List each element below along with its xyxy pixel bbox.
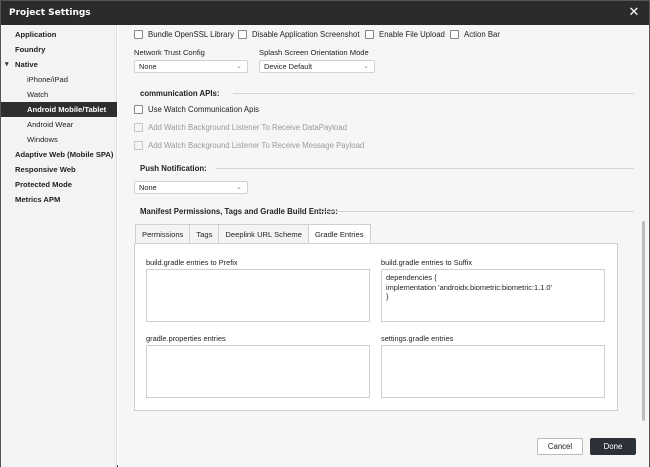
splash-orientation-select[interactable]: Device Default ⌄ <box>259 60 375 73</box>
sidebar-item-metrics-apm[interactable]: Metrics APM <box>1 192 117 207</box>
settings-label: settings.gradle entries <box>381 334 454 343</box>
sidebar-item-native[interactable]: ▾ Native <box>1 57 117 72</box>
checkbox-label: Disable Application Screenshot <box>252 29 360 39</box>
close-icon[interactable]: ✕ <box>627 5 641 19</box>
section-divider <box>216 168 634 169</box>
checkbox-box[interactable] <box>134 140 143 150</box>
sidebar-item-label: Application <box>15 30 57 39</box>
select-value: None <box>139 183 157 192</box>
sidebar-item-watch[interactable]: Watch <box>1 87 117 102</box>
sidebar-item-label: Metrics APM <box>15 195 61 204</box>
select-value: Device Default <box>264 62 313 71</box>
sidebar-item-iphone-ipad[interactable]: iPhone/iPad <box>1 72 117 87</box>
communication-section-title: communication APIs: <box>140 89 220 98</box>
checkbox-box[interactable] <box>365 29 374 39</box>
action-bar-checkbox[interactable]: Action Bar <box>450 28 500 40</box>
sidebar-item-application[interactable]: Application <box>1 27 117 42</box>
content-scrollbar[interactable] <box>642 221 645 421</box>
checkbox-box[interactable] <box>134 122 143 132</box>
sidebar-item-label: Foundry <box>15 45 46 54</box>
sidebar-item-android-mobile-tablet[interactable]: Android Mobile/Tablet <box>1 102 117 117</box>
sidebar-item-label: Android Mobile/Tablet <box>27 105 107 114</box>
settings-content: Bundle OpenSSL Library Disable Applicati… <box>118 25 649 467</box>
properties-label: gradle.properties entries <box>146 334 226 343</box>
sidebar-item-label: Android Wear <box>27 120 74 129</box>
tab-permissions[interactable]: Permissions <box>135 224 190 244</box>
checkbox-label: Bundle OpenSSL Library <box>148 29 234 39</box>
section-divider <box>233 93 634 94</box>
settings-gradle-textarea[interactable] <box>381 345 605 398</box>
chevron-down-icon: ⌄ <box>236 184 242 191</box>
sidebar-item-label: Native <box>15 60 38 69</box>
chevron-down-icon: ⌄ <box>236 63 242 70</box>
bundle-openssl-checkbox[interactable]: Bundle OpenSSL Library <box>134 28 234 40</box>
section-divider <box>318 211 634 212</box>
sidebar-item-label: iPhone/iPad <box>27 75 68 84</box>
push-notification-select[interactable]: None ⌄ <box>134 181 248 194</box>
build-gradle-suffix-textarea[interactable]: dependencies { implementation 'androidx.… <box>381 269 605 322</box>
build-gradle-prefix-textarea[interactable] <box>146 269 370 322</box>
tab-gradle-entries[interactable]: Gradle Entries <box>307 224 371 244</box>
manifest-section-title: Manifest Permissions, Tags and Gradle Bu… <box>140 207 338 216</box>
checkbox-label: Use Watch Communication Apis <box>148 104 260 114</box>
dialog-title: Project Settings <box>9 8 91 18</box>
sidebar-item-label: Watch <box>27 90 49 99</box>
tab-tags[interactable]: Tags <box>189 224 219 244</box>
disable-screenshot-checkbox[interactable]: Disable Application Screenshot <box>238 28 360 40</box>
project-settings-dialog: Project Settings ✕ Application Foundry ▾… <box>0 0 650 467</box>
checkbox-label: Enable File Upload <box>379 29 445 39</box>
push-notification-title: Push Notification: <box>140 164 207 173</box>
tab-deeplink-url-scheme[interactable]: Deeplink URL Scheme <box>218 224 308 244</box>
sidebar-item-windows[interactable]: Windows <box>1 132 117 147</box>
title-bar: Project Settings ✕ <box>1 1 649 25</box>
splash-orientation-label: Splash Screen Orientation Mode <box>259 48 369 57</box>
network-trust-label: Network Trust Config <box>134 48 205 57</box>
sidebar-item-label: Windows <box>27 135 58 144</box>
watch-message-payload-checkbox[interactable]: Add Watch Background Listener To Receive… <box>134 139 364 151</box>
done-button[interactable]: Done <box>590 438 636 455</box>
select-value: None <box>139 62 157 71</box>
sidebar-item-label: Responsive Web <box>15 165 76 174</box>
enable-file-upload-checkbox[interactable]: Enable File Upload <box>365 28 445 40</box>
sidebar-item-adaptive-web[interactable]: Adaptive Web (Mobile SPA) <box>1 147 117 162</box>
chevron-down-icon: ▾ <box>5 61 9 68</box>
checkbox-box[interactable] <box>134 29 143 39</box>
checkbox-box[interactable] <box>450 29 459 39</box>
gradle-properties-textarea[interactable] <box>146 345 370 398</box>
use-watch-communication-checkbox[interactable]: Use Watch Communication Apis <box>134 103 259 115</box>
checkbox-box[interactable] <box>238 29 247 39</box>
prefix-label: build.gradle entries to Prefix <box>146 258 238 267</box>
network-trust-select[interactable]: None ⌄ <box>134 60 248 73</box>
suffix-label: build.gradle entries to Suffix <box>381 258 473 267</box>
cancel-button[interactable]: Cancel <box>537 438 583 455</box>
settings-sidebar: Application Foundry ▾ Native iPhone/iPad … <box>1 25 117 467</box>
chevron-down-icon: ⌄ <box>363 63 369 70</box>
checkbox-label: Add Watch Background Listener To Receive… <box>148 122 347 132</box>
watch-data-payload-checkbox[interactable]: Add Watch Background Listener To Receive… <box>134 121 347 133</box>
checkbox-label: Add Watch Background Listener To Receive… <box>148 140 365 150</box>
checkbox-label: Action Bar <box>464 29 500 39</box>
sidebar-item-label: Protected Mode <box>15 180 72 189</box>
checkbox-box[interactable] <box>134 104 143 114</box>
sidebar-item-foundry[interactable]: Foundry <box>1 42 117 57</box>
gradle-entries-panel: build.gradle entries to Prefix build.gra… <box>134 243 618 411</box>
sidebar-item-responsive-web[interactable]: Responsive Web <box>1 162 117 177</box>
manifest-tabs: Permissions Tags Deeplink URL Scheme Gra… <box>135 224 371 244</box>
sidebar-item-label: Adaptive Web (Mobile SPA) <box>15 150 114 159</box>
sidebar-item-android-wear[interactable]: Android Wear <box>1 117 117 132</box>
sidebar-item-protected-mode[interactable]: Protected Mode <box>1 177 117 192</box>
